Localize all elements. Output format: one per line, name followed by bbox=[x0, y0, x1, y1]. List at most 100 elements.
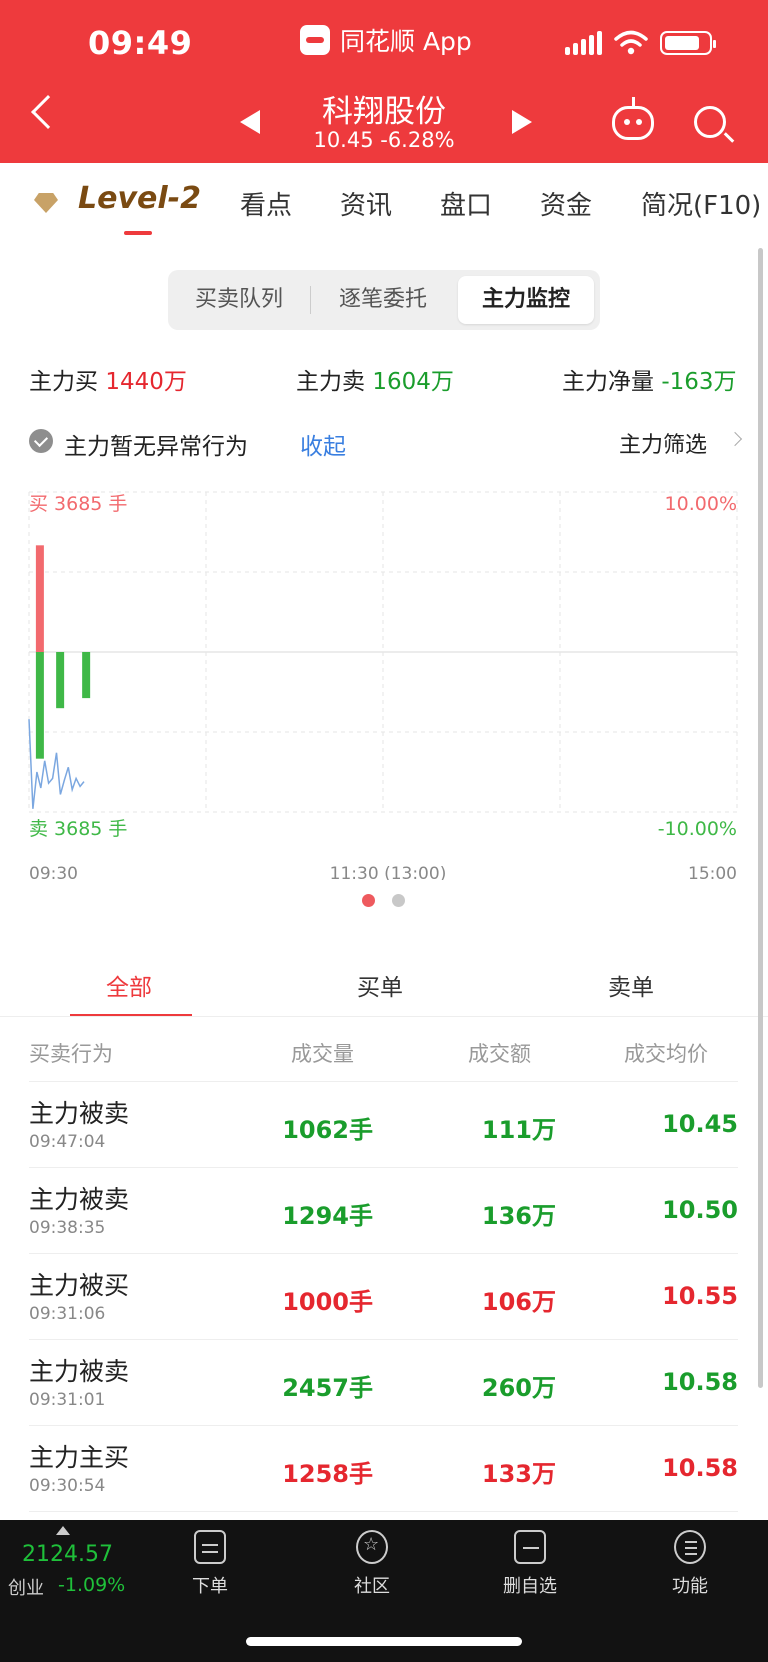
next-stock-button[interactable] bbox=[512, 110, 532, 134]
row-volume: 1000手 bbox=[282, 1288, 373, 1316]
main-sell-value: 1604万 bbox=[372, 369, 454, 395]
main-net-summary: 主力净量 -163万 bbox=[562, 362, 737, 396]
subtab-sell-orders[interactable]: 卖单 bbox=[608, 968, 654, 1002]
expand-up-icon[interactable] bbox=[56, 1526, 70, 1535]
col-header-avg-price: 成交均价 bbox=[624, 1042, 708, 1066]
nav-functions[interactable]: 功能 bbox=[640, 1530, 740, 1598]
wifi-icon bbox=[614, 30, 648, 55]
row-volume: 1062手 bbox=[282, 1116, 373, 1144]
stock-price-change: 10.45 -6.28% bbox=[313, 128, 455, 152]
nav-community-label: 社区 bbox=[354, 1576, 390, 1597]
table-row[interactable]: 主力被卖 09:38:35 1294手 136万 10.50 bbox=[0, 1168, 768, 1254]
row-action: 主力被卖 bbox=[29, 1099, 130, 1128]
order-document-icon bbox=[194, 1530, 226, 1564]
row-amount: 111万 bbox=[481, 1116, 556, 1144]
page-dot[interactable] bbox=[392, 894, 405, 907]
detail-tabs: Level-2 看点 资讯 盘口 资金 简况(F10) bbox=[0, 163, 768, 243]
tab-news[interactable]: 资讯 bbox=[340, 185, 392, 222]
row-action: 主力被卖 bbox=[29, 1357, 130, 1386]
nav-remove-watchlist[interactable]: 删自选 bbox=[480, 1530, 580, 1598]
index-value[interactable]: 2124.57 bbox=[22, 1542, 113, 1567]
menu-circle-icon bbox=[674, 1530, 706, 1564]
row-amount: 260万 bbox=[481, 1374, 556, 1402]
alert-status-text: 主力暂无异常行为 bbox=[64, 434, 248, 460]
index-name: 创业 bbox=[8, 1578, 44, 1599]
row-avg-price: 10.58 bbox=[662, 1368, 738, 1396]
subtab-buy-orders[interactable]: 买单 bbox=[357, 968, 403, 1002]
chart-bar-sell bbox=[56, 652, 65, 709]
tab-order-book[interactable]: 盘口 bbox=[440, 185, 492, 222]
main-buy-value: 1440万 bbox=[105, 369, 187, 395]
nav-place-order-label: 下单 bbox=[192, 1576, 228, 1597]
status-time: 09:49 bbox=[88, 24, 193, 62]
status-app-name: 同花顺 App bbox=[300, 22, 472, 58]
nav-place-order[interactable]: 下单 bbox=[160, 1530, 260, 1598]
main-net-value: -163万 bbox=[661, 369, 737, 395]
col-header-action: 买卖行为 bbox=[29, 1042, 113, 1066]
tab-level2[interactable]: Level-2 bbox=[78, 181, 201, 216]
row-volume: 1258手 bbox=[282, 1460, 373, 1488]
page-dot-active[interactable] bbox=[362, 894, 375, 907]
cellular-signal-icon bbox=[565, 31, 602, 55]
row-amount: 133万 bbox=[481, 1460, 556, 1488]
main-sell-summary: 主力卖 1604万 bbox=[296, 362, 454, 396]
community-star-icon bbox=[356, 1530, 388, 1564]
segment-order-by-order[interactable]: 逐笔委托 bbox=[312, 276, 454, 324]
nav-remove-watchlist-label: 删自选 bbox=[503, 1576, 557, 1597]
battery-icon bbox=[660, 31, 716, 55]
tab-funds[interactable]: 资金 bbox=[540, 185, 592, 222]
robot-assistant-icon[interactable] bbox=[612, 97, 654, 140]
table-row[interactable]: 主力被买 09:31:06 1000手 106万 10.55 bbox=[0, 1254, 768, 1340]
scrollbar[interactable] bbox=[758, 248, 763, 1388]
nav-community[interactable]: 社区 bbox=[322, 1530, 422, 1598]
main-filter-button[interactable]: 主力筛选 bbox=[619, 427, 707, 459]
status-icons bbox=[565, 30, 716, 56]
row-action: 主力主买 bbox=[29, 1443, 130, 1472]
chart-bar-buy bbox=[35, 545, 44, 652]
main-net-label: 主力净量 bbox=[562, 369, 654, 395]
app-name-label: 同花顺 App bbox=[340, 27, 472, 56]
segment-divider bbox=[310, 286, 311, 314]
tab-highlights[interactable]: 看点 bbox=[240, 185, 292, 222]
search-icon[interactable] bbox=[694, 106, 726, 138]
index-change: -1.09% bbox=[58, 1574, 126, 1596]
collapse-link[interactable]: 收起 bbox=[300, 427, 346, 461]
chart-sell-volume-label: 卖 3685 手 bbox=[29, 818, 127, 840]
row-volume: 2457手 bbox=[282, 1374, 373, 1402]
row-avg-price: 10.50 bbox=[662, 1196, 738, 1224]
segment-bid-ask-queue[interactable]: 买卖队列 bbox=[168, 276, 310, 324]
subtab-divider bbox=[0, 1016, 768, 1017]
row-time: 09:31:01 bbox=[29, 1390, 106, 1410]
x-tick-end: 15:00 bbox=[688, 864, 737, 880]
main-force-chart: 买 3685 手 10.00% 卖 3685 手 -10.00% 09:30 1… bbox=[28, 491, 738, 880]
chart-bar-sell bbox=[82, 652, 91, 699]
x-tick-start: 09:30 bbox=[29, 864, 78, 880]
row-action: 主力被买 bbox=[29, 1271, 130, 1300]
home-indicator[interactable] bbox=[246, 1637, 522, 1646]
tab-profile[interactable]: 简况(F10) bbox=[641, 185, 761, 222]
row-time: 09:38:35 bbox=[29, 1218, 106, 1238]
col-header-volume: 成交量 bbox=[291, 1042, 354, 1066]
app-logo-icon bbox=[300, 25, 330, 55]
main-sell-label: 主力卖 bbox=[296, 369, 365, 395]
col-header-amount: 成交额 bbox=[468, 1042, 531, 1066]
chart-bar-sell bbox=[35, 652, 44, 759]
minus-box-icon bbox=[514, 1530, 546, 1564]
row-avg-price: 10.58 bbox=[662, 1454, 738, 1482]
chevron-right-icon bbox=[727, 431, 743, 447]
level2-gem-icon bbox=[34, 193, 58, 213]
table-row[interactable]: 主力被卖 09:31:01 2457手 260万 10.58 bbox=[0, 1340, 768, 1426]
subtab-all[interactable]: 全部 bbox=[106, 968, 152, 1002]
nav-functions-label: 功能 bbox=[672, 1576, 708, 1597]
main-buy-summary: 主力买 1440万 bbox=[29, 362, 187, 396]
row-time: 09:47:04 bbox=[29, 1132, 106, 1152]
table-row[interactable]: 主力被卖 09:47:04 1062手 111万 10.45 bbox=[0, 1082, 768, 1168]
check-circle-icon bbox=[29, 429, 53, 453]
monitor-segmented-control: 买卖队列 逐笔委托 主力监控 bbox=[168, 270, 600, 330]
chart-y-bottom-label: -10.00% bbox=[658, 818, 737, 840]
table-row[interactable]: 主力主买 09:30:54 1258手 133万 10.58 bbox=[0, 1426, 768, 1512]
x-tick-mid: 11:30 (13:00) bbox=[330, 864, 447, 880]
segment-main-force-monitor[interactable]: 主力监控 bbox=[458, 276, 594, 324]
row-amount: 136万 bbox=[481, 1202, 556, 1230]
chart-buy-volume-label: 买 3685 手 bbox=[29, 493, 127, 515]
